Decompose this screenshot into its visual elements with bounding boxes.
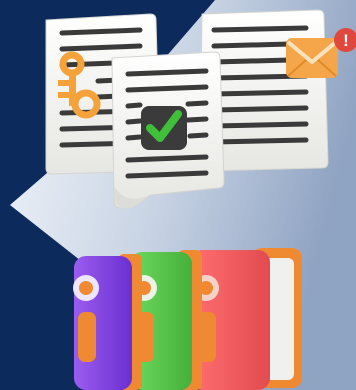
badge-text: !	[343, 31, 349, 50]
envelope-icon	[286, 38, 338, 78]
binders-group	[73, 248, 302, 390]
binder-purple	[73, 254, 142, 390]
binder-red	[190, 248, 302, 390]
document-with-check	[111, 51, 225, 209]
illustration-scene: !	[0, 0, 356, 390]
scene-canvas: !	[0, 0, 356, 390]
checkmark-icon	[141, 106, 187, 150]
